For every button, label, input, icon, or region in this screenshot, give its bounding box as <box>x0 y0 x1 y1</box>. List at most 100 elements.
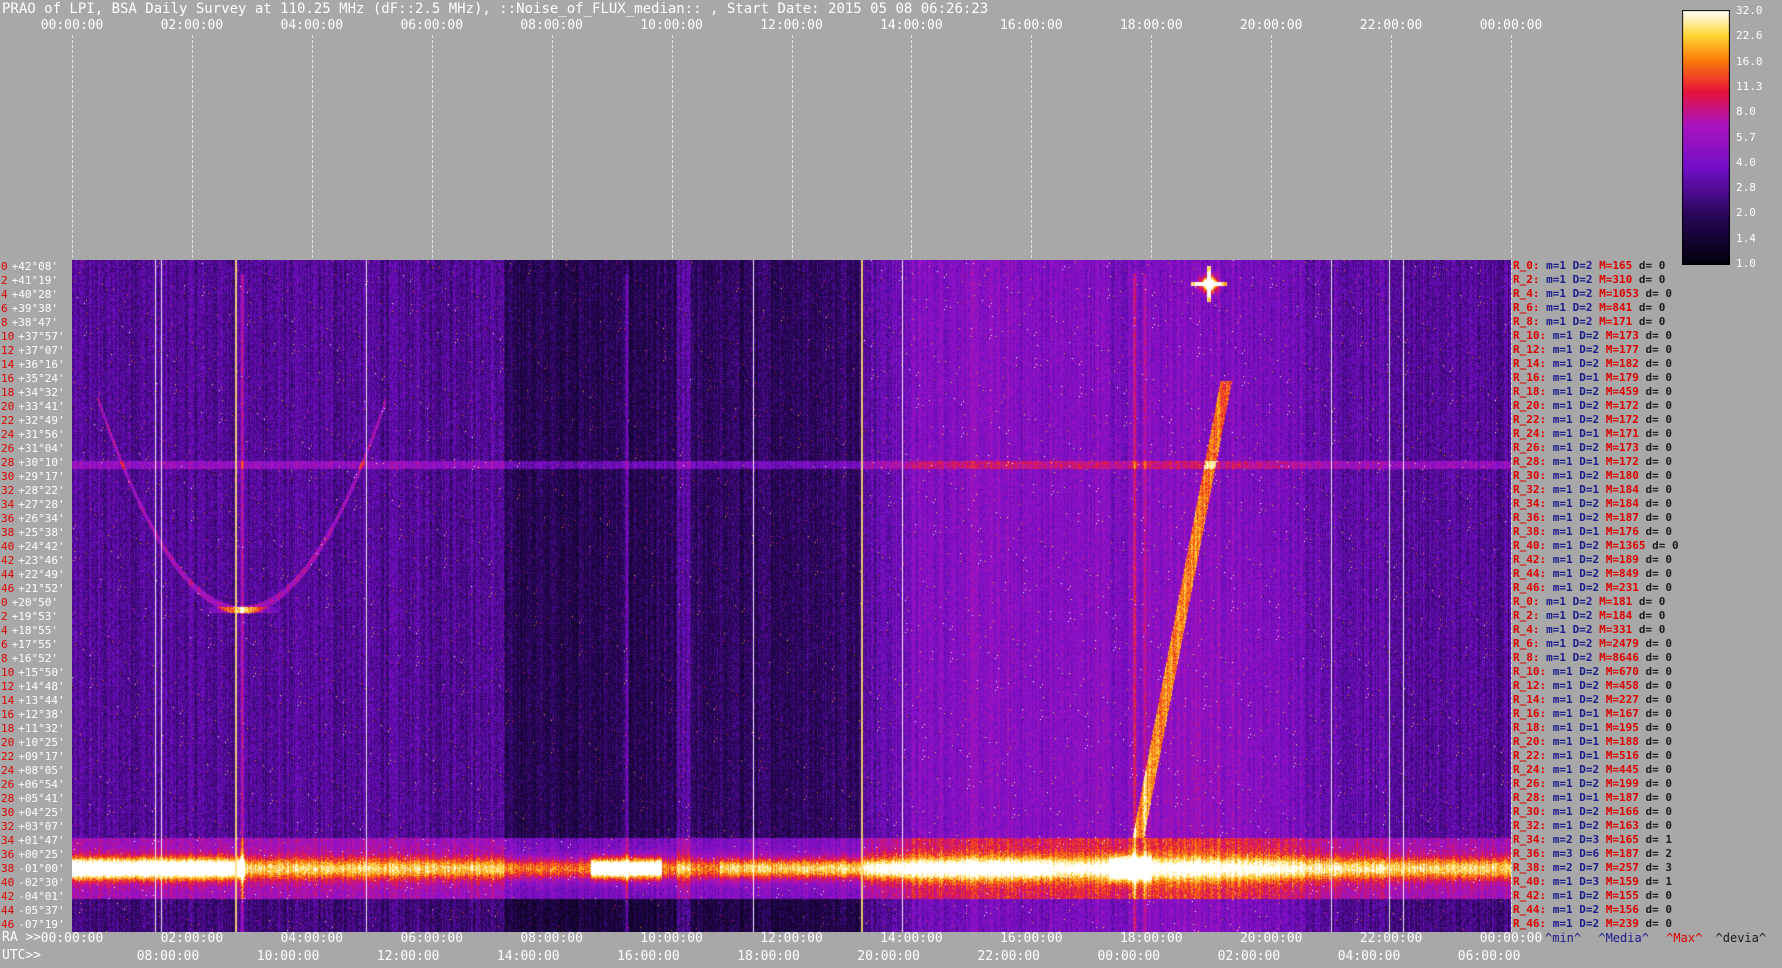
legend-dev: ^devia^ <box>1715 931 1767 945</box>
stat-dv: d= 0 <box>1638 595 1666 608</box>
declination-label: 18 +11°32' <box>1 723 65 735</box>
stat-m: m=2 <box>1552 833 1580 846</box>
stat-x: M=257 <box>1605 861 1646 874</box>
row-index: 18 <box>1 386 15 399</box>
stat-r: R_44: <box>1513 903 1553 916</box>
row-stat: R_38: m=2 D=7 M=257 d= 3 <box>1513 862 1672 874</box>
declination-label: 46 +21°52' <box>1 583 65 595</box>
declination-value: +37°07' <box>18 344 65 357</box>
stat-x: M=187 <box>1605 847 1646 860</box>
declination-value: +34°32' <box>18 386 65 399</box>
stat-r: R_14: <box>1513 693 1553 706</box>
stat-d: D=2 <box>1579 511 1606 524</box>
stat-x: M=199 <box>1605 777 1646 790</box>
stat-r: R_22: <box>1513 413 1553 426</box>
top-tick-label: 02:00:00 <box>160 18 224 33</box>
row-index: 8 <box>1 652 8 665</box>
row-index: 36 <box>1 848 15 861</box>
stat-d: D=2 <box>1579 385 1606 398</box>
declination-value: +03°07' <box>18 820 65 833</box>
stat-r: R_8: <box>1513 651 1547 664</box>
stat-m: m=1 <box>1552 343 1580 356</box>
row-index: 20 <box>1 736 15 749</box>
stat-r: R_30: <box>1513 805 1553 818</box>
row-stat: R_6: m=1 D=2 M=2479 d= 0 <box>1513 638 1672 650</box>
stats-legend: ^min^ ^Media^ ^Max^ ^devia^ <box>1545 931 1766 945</box>
top-tick-label: 14:00:00 <box>880 18 943 33</box>
declination-value: +26°34' <box>18 512 65 525</box>
declination-label: 24 +31°56' <box>1 429 65 441</box>
stat-x: M=166 <box>1605 805 1646 818</box>
stat-r: R_4: <box>1513 623 1547 636</box>
declination-value: +15°50' <box>18 666 65 679</box>
stat-m: m=1 <box>1552 735 1580 748</box>
stat-m: m=1 <box>1552 539 1580 552</box>
row-index: 20 <box>1 400 15 413</box>
stat-m: m=1 <box>1552 819 1580 832</box>
row-statistics: R_0: m=1 D=2 M=165 d= 0 R_2: m=1 D=2 M=31… <box>1513 258 1713 934</box>
stat-m: m=1 <box>1552 483 1580 496</box>
stat-x: M=188 <box>1605 735 1646 748</box>
row-index: 24 <box>1 428 15 441</box>
stat-d: D=3 <box>1579 875 1606 888</box>
declination-label: 30 +04°25' <box>1 807 65 819</box>
stat-m: m=1 <box>1552 875 1580 888</box>
stat-dv: d= 0 <box>1645 763 1673 776</box>
declination-label: 32 +28°22' <box>1 485 65 497</box>
ra-tick-label: 10:00:00 <box>640 931 703 946</box>
stat-r: R_0: <box>1513 259 1547 272</box>
stat-r: R_4: <box>1513 287 1547 300</box>
stat-m: m=1 <box>1552 413 1580 426</box>
ra-tick-label: 12:00:00 <box>760 931 823 946</box>
stat-d: D=2 <box>1572 651 1600 664</box>
top-tick-label: 04:00:00 <box>280 18 344 33</box>
declination-value: -01°00' <box>18 862 65 875</box>
declination-value: +37°57' <box>18 330 65 343</box>
row-stat: R_40: m=1 D=2 M=1365 d= 0 <box>1513 540 1679 552</box>
stat-dv: d= 0 <box>1638 259 1666 272</box>
colorbar-tick-label: 2.8 <box>1736 181 1756 195</box>
ra-axis-label: RA >> <box>2 930 42 945</box>
row-stat: R_40: m=1 D=3 M=159 d= 1 <box>1513 876 1672 888</box>
stat-x: M=231 <box>1605 581 1646 594</box>
declination-value: +06°54' <box>18 778 65 791</box>
declination-label: 0 +42°08' <box>1 261 58 273</box>
stat-m: m=1 <box>1552 399 1580 412</box>
row-index: 22 <box>1 750 15 763</box>
stat-m: m=3 <box>1552 847 1580 860</box>
declination-value: +16°52' <box>11 652 58 665</box>
colorbar <box>1682 10 1730 265</box>
legend-min: ^min^ <box>1545 931 1582 945</box>
row-stat: R_44: m=1 D=2 M=849 d= 0 <box>1513 568 1672 580</box>
stat-r: R_38: <box>1513 861 1553 874</box>
declination-axis: 0 +42°08' 2 +41°19' 4 +40°28' 6 +39°38' 8 +38°47'… <box>0 260 72 932</box>
top-tick-label: 08:00:00 <box>520 18 583 33</box>
ra-tick-label: 20:00:00 <box>1239 931 1303 946</box>
stat-r: R_10: <box>1513 665 1553 678</box>
declination-label: 44 -05°37' <box>1 905 65 917</box>
stat-dv: d= 1 <box>1645 833 1673 846</box>
row-index: 26 <box>1 778 15 791</box>
stat-m: m=1 <box>1552 385 1580 398</box>
row-index: 8 <box>1 316 8 329</box>
stat-m: m=1 <box>1552 427 1580 440</box>
row-index: 16 <box>1 708 15 721</box>
declination-value: +00°25' <box>18 848 65 861</box>
declination-value: +29°17' <box>18 470 65 483</box>
declination-label: 4 +18°55' <box>1 625 58 637</box>
stat-x: M=179 <box>1605 371 1646 384</box>
declination-value: +04°25' <box>18 806 65 819</box>
row-index: 12 <box>1 680 15 693</box>
colorbar-tick-label: 22.6 <box>1736 29 1763 43</box>
declination-label: 10 +15°50' <box>1 667 65 679</box>
stat-dv: d= 0 <box>1645 399 1673 412</box>
stat-r: R_38: <box>1513 525 1553 538</box>
stat-x: M=1053 <box>1599 287 1646 300</box>
stat-m: m=2 <box>1552 861 1580 874</box>
stat-m: m=1 <box>1546 609 1573 622</box>
stat-x: M=171 <box>1599 315 1639 328</box>
stat-dv: d= 0 <box>1645 819 1673 832</box>
stat-m: m=1 <box>1546 273 1573 286</box>
declination-label: 4 +40°28' <box>1 289 58 301</box>
row-stat: R_4: m=1 D=2 M=1053 d= 0 <box>1513 288 1672 300</box>
